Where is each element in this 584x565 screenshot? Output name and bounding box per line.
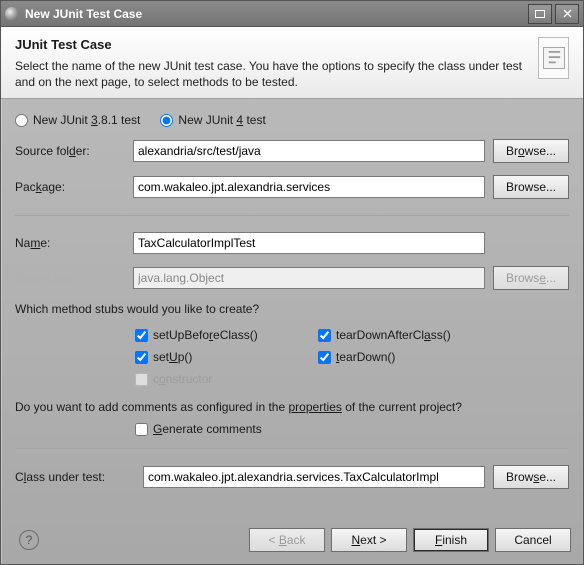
cancel-button[interactable]: Cancel: [495, 528, 571, 552]
page-title: JUnit Test Case: [15, 37, 530, 52]
generate-comments-checkbox[interactable]: Generate comments: [135, 422, 262, 436]
source-folder-label: Source folder:: [15, 144, 125, 158]
maximize-button[interactable]: [528, 4, 552, 24]
class-under-test-label: Class under test:: [15, 470, 135, 484]
window-title: New JUnit Test Case: [25, 7, 142, 21]
browse-source-button[interactable]: Browse...: [493, 139, 569, 163]
wizard-header: JUnit Test Case Select the name of the n…: [1, 27, 583, 99]
properties-link[interactable]: properties: [289, 400, 342, 414]
junit4-radio[interactable]: New JUnit 4 test: [160, 113, 265, 127]
comments-question: Do you want to add comments as configure…: [15, 400, 569, 414]
superclass-label: Superclass:: [15, 271, 125, 285]
close-button[interactable]: [555, 4, 579, 24]
name-label: Name:: [15, 236, 125, 250]
method-stubs-label: Which method stubs would you like to cre…: [15, 302, 569, 316]
back-button: < Back: [249, 528, 325, 552]
finish-button[interactable]: Finish: [413, 528, 489, 552]
package-input[interactable]: [133, 176, 485, 198]
class-under-test-input[interactable]: [143, 466, 485, 488]
setupbeforeclass-checkbox[interactable]: setUpBeforeClass(): [135, 328, 300, 342]
junit3-radio[interactable]: New JUnit 3.8.1 test: [15, 113, 140, 127]
teardown-checkbox[interactable]: tearDown(): [318, 350, 395, 364]
browse-superclass-button: Browse...: [493, 266, 569, 290]
browse-cut-button[interactable]: Browse...: [493, 465, 569, 489]
help-icon[interactable]: ?: [19, 530, 39, 550]
app-icon: [5, 7, 19, 21]
browse-package-button[interactable]: Browse...: [493, 175, 569, 199]
junit-icon: [538, 37, 569, 79]
package-label: Package:: [15, 180, 125, 194]
next-button[interactable]: Next >: [331, 528, 407, 552]
source-folder-input[interactable]: [133, 140, 485, 162]
constructor-checkbox[interactable]: constructor: [135, 372, 212, 386]
setup-checkbox[interactable]: setUp(): [135, 350, 300, 364]
teardownafterclass-checkbox[interactable]: tearDownAfterClass(): [318, 328, 451, 342]
page-description: Select the name of the new JUnit test ca…: [15, 58, 530, 90]
name-input[interactable]: [133, 232, 485, 254]
titlebar: New JUnit Test Case: [1, 1, 583, 27]
superclass-input: [133, 267, 485, 289]
